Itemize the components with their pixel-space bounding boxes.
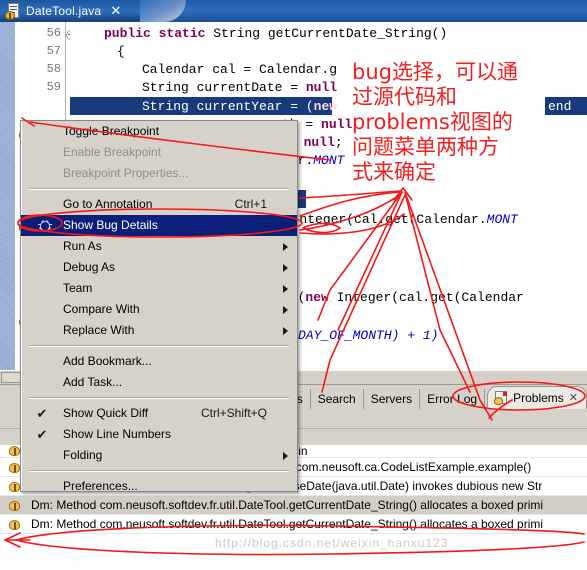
submenu-arrow-icon — [283, 451, 288, 460]
submenu-arrow-icon — [283, 263, 288, 272]
watermark-text: http://blog.csdn.net/weixin_hanxu123 — [215, 536, 449, 550]
menu-item-folding[interactable]: Folding — [21, 445, 297, 466]
menu-item-label: Show Bug Details — [63, 218, 158, 232]
menu-separator — [29, 345, 289, 347]
editor-ruler-context-menu[interactable]: Toggle Breakpoint Enable Breakpoint Brea… — [20, 120, 298, 493]
check-icon: ✔ — [36, 427, 48, 442]
close-icon[interactable]: ✕ — [569, 387, 578, 409]
submenu-arrow-icon — [283, 242, 288, 251]
problems-icon — [494, 391, 508, 405]
problem-message: Dm: Method com.neusoft.softdev.fr.util.D… — [31, 497, 544, 512]
menu-item-label: Replace With — [63, 323, 135, 337]
editor-tab-bar: DateTool.java ✕ — [0, 0, 587, 22]
view-tab-search[interactable]: Search — [311, 389, 364, 409]
menu-separator — [29, 188, 289, 190]
annotation-line: bug选择，可以通 — [352, 60, 518, 84]
annotation-line: 问题菜单两种方 — [352, 135, 499, 159]
line-number: 56 — [46, 26, 61, 40]
handwritten-chinese-annotation: bug选择，可以通 过源代码和 problems视图的 问题菜单两种方 式来确定 — [352, 60, 582, 185]
view-tab-problems-label: Problems — [513, 391, 564, 405]
menu-item-add-bookmark[interactable]: Add Bookmark... — [21, 351, 297, 372]
problem-message: Dm: Method com.neusoft.softdev.fr.util.D… — [31, 516, 544, 531]
menu-separator — [29, 397, 289, 399]
menu-item-show-quick-diff[interactable]: ✔ Show Quick Diff Ctrl+Shift+Q — [21, 403, 297, 424]
submenu-arrow-icon — [283, 326, 288, 335]
menu-item-label: Team — [63, 281, 93, 295]
submenu-arrow-icon — [283, 305, 288, 314]
menu-item-team[interactable]: Team — [21, 278, 297, 299]
menu-item-accelerator: Ctrl+1 — [234, 197, 267, 211]
line-number: 58 — [46, 62, 61, 76]
menu-item-label: Show Line Numbers — [63, 427, 172, 441]
menu-item-debug-as[interactable]: Debug As — [21, 257, 297, 278]
menu-item-label: Show Quick Diff — [63, 406, 149, 420]
menu-separator — [29, 470, 289, 472]
menu-item-run-as[interactable]: Run As — [21, 236, 297, 257]
menu-item-label: Compare With — [63, 302, 140, 316]
menu-item-compare-with[interactable]: Compare With — [21, 299, 297, 320]
menu-item-show-bug-details[interactable]: Show Bug Details — [21, 215, 297, 236]
menu-item-show-line-numbers[interactable]: ✔ Show Line Numbers — [21, 424, 297, 445]
menu-item-breakpoint-properties: Breakpoint Properties... — [21, 163, 297, 184]
menu-item-label: Debug As — [63, 260, 116, 274]
menu-item-accelerator: Ctrl+Shift+Q — [200, 406, 267, 420]
annotation-line: 式来确定 — [352, 160, 436, 184]
menu-item-label: Add Bookmark... — [63, 354, 152, 368]
submenu-arrow-icon — [283, 284, 288, 293]
annotation-line: problems视图的 — [352, 110, 513, 134]
bug-icon — [8, 518, 21, 531]
line-number: 59 — [46, 80, 61, 94]
table-row[interactable]: Dm: Method com.neusoft.softdev.fr.util.D… — [0, 515, 587, 534]
menu-item-label: Toggle Breakpoint — [63, 124, 160, 138]
table-row[interactable]: Dm: Method com.neusoft.softdev.fr.util.D… — [0, 496, 587, 515]
editor-tab-datetool[interactable]: DateTool.java ✕ — [0, 0, 140, 22]
menu-item-enable-breakpoint: Enable Breakpoint — [21, 142, 297, 163]
line-number: 57 — [46, 44, 61, 58]
bug-icon — [8, 499, 21, 512]
close-icon[interactable]: ✕ — [110, 3, 121, 19]
view-tab-problems[interactable]: Problems ✕ — [487, 386, 587, 409]
view-tab-error-log[interactable]: Error Log — [420, 389, 486, 409]
java-bug-file-icon — [5, 3, 21, 20]
check-icon: ✔ — [36, 406, 48, 421]
tab-curve-decoration — [140, 0, 186, 22]
menu-item-label: Folding — [63, 448, 103, 462]
menu-item-label: Go to Annotation — [63, 197, 153, 211]
menu-item-label: Breakpoint Properties... — [63, 166, 189, 180]
overview-ruler[interactable] — [0, 22, 16, 384]
menu-item-label: Add Task... — [63, 375, 123, 389]
menu-item-preferences[interactable]: Preferences... — [21, 476, 297, 497]
menu-item-label: Preferences... — [63, 479, 138, 493]
menu-item-label: Enable Breakpoint — [63, 145, 162, 159]
view-tab-servers[interactable]: Servers — [364, 389, 421, 409]
menu-item-label: Run As — [63, 239, 102, 253]
menu-item-add-task[interactable]: Add Task... — [21, 372, 297, 393]
menu-item-replace-with[interactable]: Replace With — [21, 320, 297, 341]
annotation-line: 过源代码和 — [352, 85, 457, 109]
editor-tab-label: DateTool.java — [26, 4, 102, 18]
menu-item-toggle-breakpoint[interactable]: Toggle Breakpoint — [21, 121, 297, 142]
bug-icon — [37, 219, 53, 233]
menu-item-go-to-annotation[interactable]: Go to Annotation Ctrl+1 — [21, 194, 297, 215]
